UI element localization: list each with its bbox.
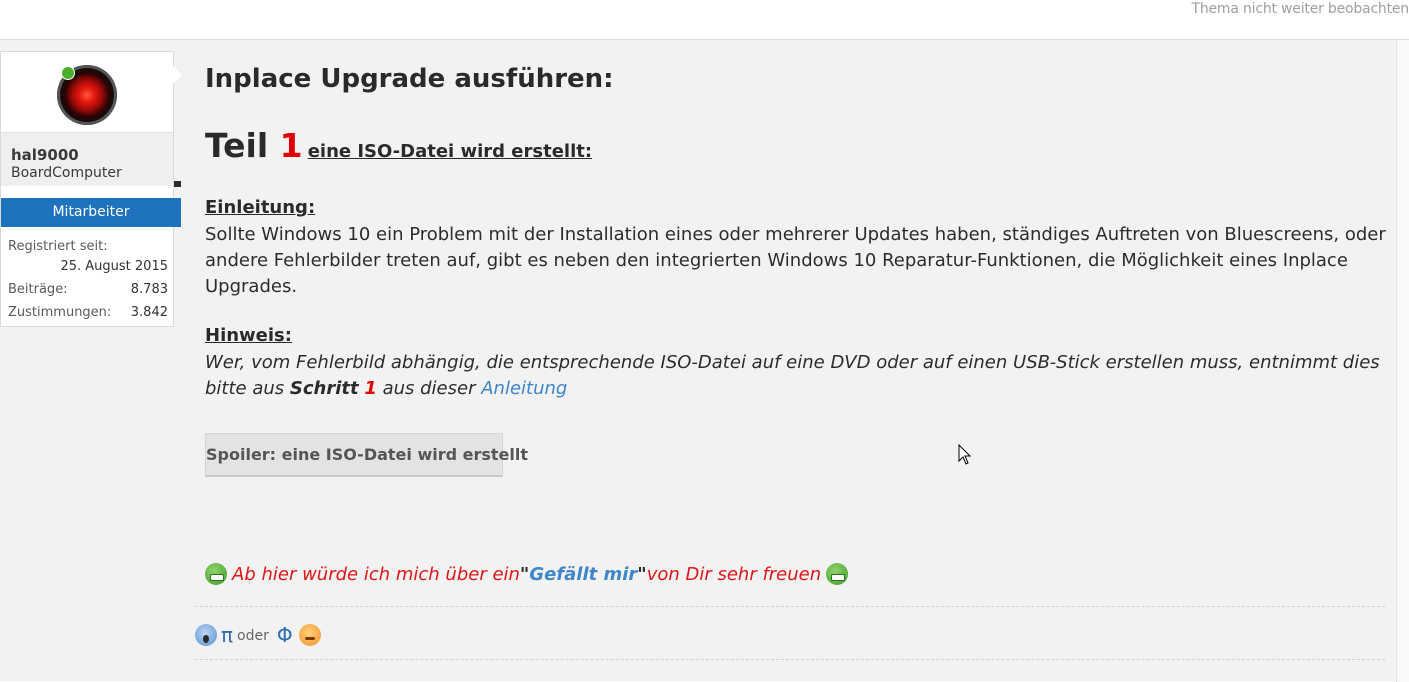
shocked-face-icon	[195, 624, 217, 646]
avatar-area	[1, 52, 173, 132]
part-heading: Teil 1 eine ISO-Datei wird erstellt:	[205, 126, 592, 165]
stat-posts-label: Beiträge:	[8, 282, 68, 297]
spoiler-button[interactable]: Spoiler: eine ISO-Datei wird erstellt	[205, 433, 528, 477]
stat-registered-value: 25. August 2015	[60, 259, 168, 274]
oder-text: oder	[237, 628, 269, 644]
signature-divider	[195, 606, 1385, 607]
online-status-icon	[61, 66, 75, 80]
signature-line: π oder Φ	[195, 623, 321, 647]
post-container: hal9000 BoardComputer Mitarbeiter Regist…	[0, 39, 1409, 682]
hint-paragraph: Wer, vom Fehlerbild abhängig, die entspr…	[205, 350, 1395, 402]
hint-mid: aus dieser	[376, 378, 482, 399]
rank-badge-fold	[174, 181, 181, 187]
post-heading: Inplace Upgrade ausführen:	[205, 64, 614, 94]
like-quote-open: "	[519, 563, 530, 585]
like-quote-close: "	[637, 563, 647, 585]
part-word: Teil	[205, 126, 280, 165]
part-number: 1	[279, 126, 303, 165]
part-subtitle: eine ISO-Datei wird erstellt:	[307, 141, 593, 162]
mouse-cursor-icon	[958, 444, 972, 465]
guide-link[interactable]: Anleitung	[481, 378, 567, 399]
like-text-before: Ab hier würde ich mich über ein	[232, 563, 520, 585]
like-strong-text: Gefällt mir	[529, 563, 638, 585]
user-card: hal9000 BoardComputer Mitarbeiter Regist…	[0, 51, 181, 327]
user-rank-badge: Mitarbeiter	[1, 198, 181, 227]
stat-posts-value[interactable]: 8.783	[131, 282, 168, 297]
like-request-line: Ab hier würde ich mich über ein " Gefällt…	[205, 563, 849, 585]
smiley-icon	[298, 624, 321, 646]
pi-symbol: π	[221, 623, 234, 647]
grin-icon	[205, 563, 227, 585]
hint-step-number: 1	[364, 378, 377, 399]
intro-label: Einleitung:	[205, 197, 316, 218]
stat-likes-label: Zustimmungen:	[8, 305, 112, 320]
grin-icon	[826, 563, 849, 585]
user-name-block: hal9000 BoardComputer	[1, 132, 173, 186]
post-edge	[1396, 40, 1409, 682]
phi-symbol: Φ	[276, 623, 293, 647]
hint-step-word: Schritt	[289, 378, 359, 399]
stat-likes-value: 3.842	[130, 305, 168, 320]
hint-label: Hinweis:	[205, 325, 292, 346]
stat-registered-label: Registriert seit:	[8, 239, 108, 254]
user-title: BoardComputer	[11, 165, 122, 181]
footer-divider	[195, 659, 1385, 660]
like-text-after: von Dir sehr freuen	[646, 563, 822, 585]
intro-text: Sollte Windows 10 ein Problem mit der In…	[205, 224, 1386, 297]
username-link[interactable]: hal9000	[11, 146, 79, 164]
user-card-pointer	[173, 66, 182, 84]
unwatch-thread-link[interactable]: Thema nicht weiter beobachten	[0, 0, 1409, 36]
